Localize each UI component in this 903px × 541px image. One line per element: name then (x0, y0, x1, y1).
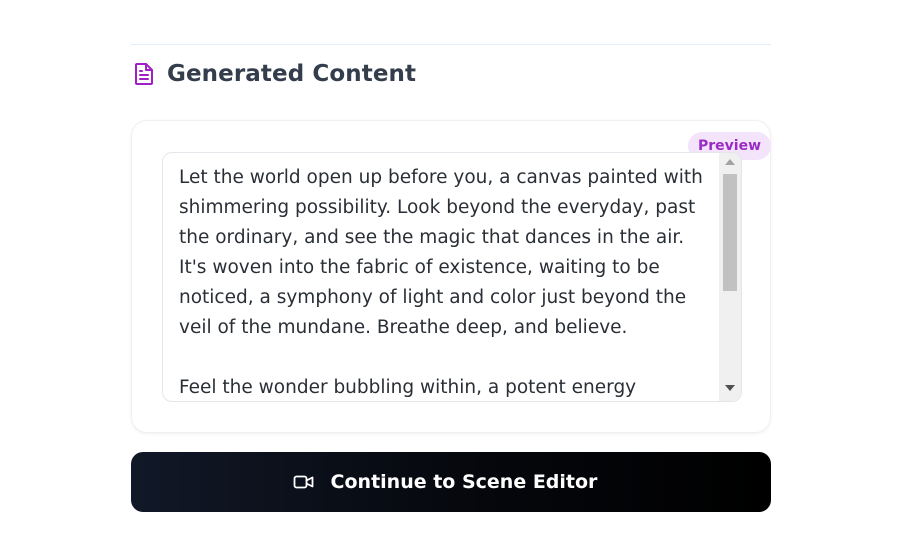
document-icon (132, 62, 156, 86)
generated-content-section: Generated Content Preview Let the world … (131, 0, 772, 541)
section-title: Generated Content (167, 61, 417, 87)
continue-to-scene-editor-button[interactable]: Continue to Scene Editor (131, 452, 771, 512)
text-scrollbar[interactable] (719, 153, 741, 401)
generated-text[interactable]: Let the world open up before you, a canv… (179, 163, 709, 401)
scroll-up-arrow-icon[interactable] (725, 159, 735, 165)
content-card: Preview Let the world open up before you… (131, 120, 772, 433)
scrollbar-thumb[interactable] (723, 174, 737, 291)
continue-button-label: Continue to Scene Editor (330, 471, 598, 493)
video-camera-icon (293, 471, 315, 493)
generated-text-area[interactable]: Let the world open up before you, a canv… (162, 152, 742, 402)
scroll-down-arrow-icon[interactable] (725, 385, 735, 391)
section-header: Generated Content (131, 58, 416, 90)
section-divider (131, 44, 771, 45)
